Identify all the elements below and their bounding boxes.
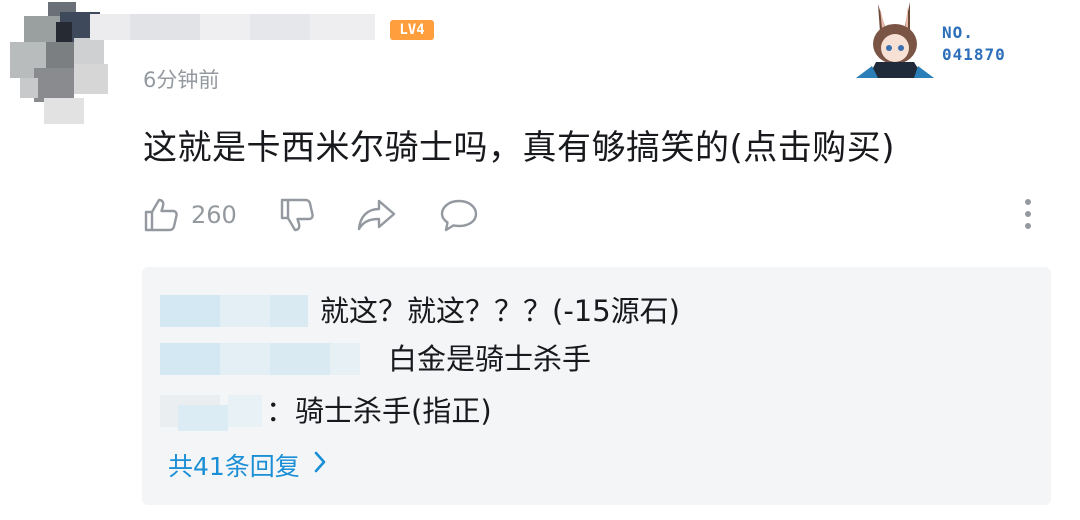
like-count: 260 <box>191 201 237 229</box>
comment-bubble-icon <box>439 197 479 233</box>
replies-panel: 就这？就这？？？(-15源石) 白金是骑士杀手 ：骑士杀手(指正) 共41条回复 <box>142 267 1051 505</box>
username-redacted[interactable] <box>90 14 375 40</box>
reply-item[interactable]: 就这？就这？？？(-15源石) <box>142 291 1051 331</box>
character-decoration-image <box>848 0 938 78</box>
comment-timestamp: 6分钟前 <box>143 68 220 92</box>
reply-text: 就这？就这？？？(-15源石) <box>320 294 680 328</box>
thumbs-down-icon <box>279 197 315 233</box>
fan-number-value: 041870 <box>942 45 1006 64</box>
thumbs-up-icon <box>143 197 179 233</box>
like-button[interactable]: 260 <box>143 192 237 238</box>
more-vertical-icon[interactable] <box>1020 196 1036 232</box>
reply-button[interactable] <box>439 192 479 238</box>
share-button[interactable] <box>357 192 397 238</box>
fan-number-label: NO. <box>942 23 974 42</box>
fan-number: NO. 041870 <box>942 22 1032 66</box>
comment-action-bar: 260 <box>143 192 1043 238</box>
reply-item[interactable]: 白金是骑士杀手 <box>142 339 1051 379</box>
reply-text: 白金是骑士杀手 <box>388 342 592 376</box>
reply-item[interactable]: ：骑士杀手(指正) <box>142 391 1051 431</box>
chevron-right-icon <box>300 450 328 480</box>
level-badge: LV4 <box>390 20 434 40</box>
share-icon <box>357 197 397 233</box>
view-all-replies-label: 共41条回复 <box>168 452 300 481</box>
dislike-button[interactable] <box>279 192 315 238</box>
reply-text: ：骑士杀手(指正) <box>266 394 492 428</box>
view-all-replies-link[interactable]: 共41条回复 <box>168 447 328 483</box>
comment-body: 这就是卡西米尔骑士吗，真有够搞笑的(点击购买) <box>143 128 896 168</box>
